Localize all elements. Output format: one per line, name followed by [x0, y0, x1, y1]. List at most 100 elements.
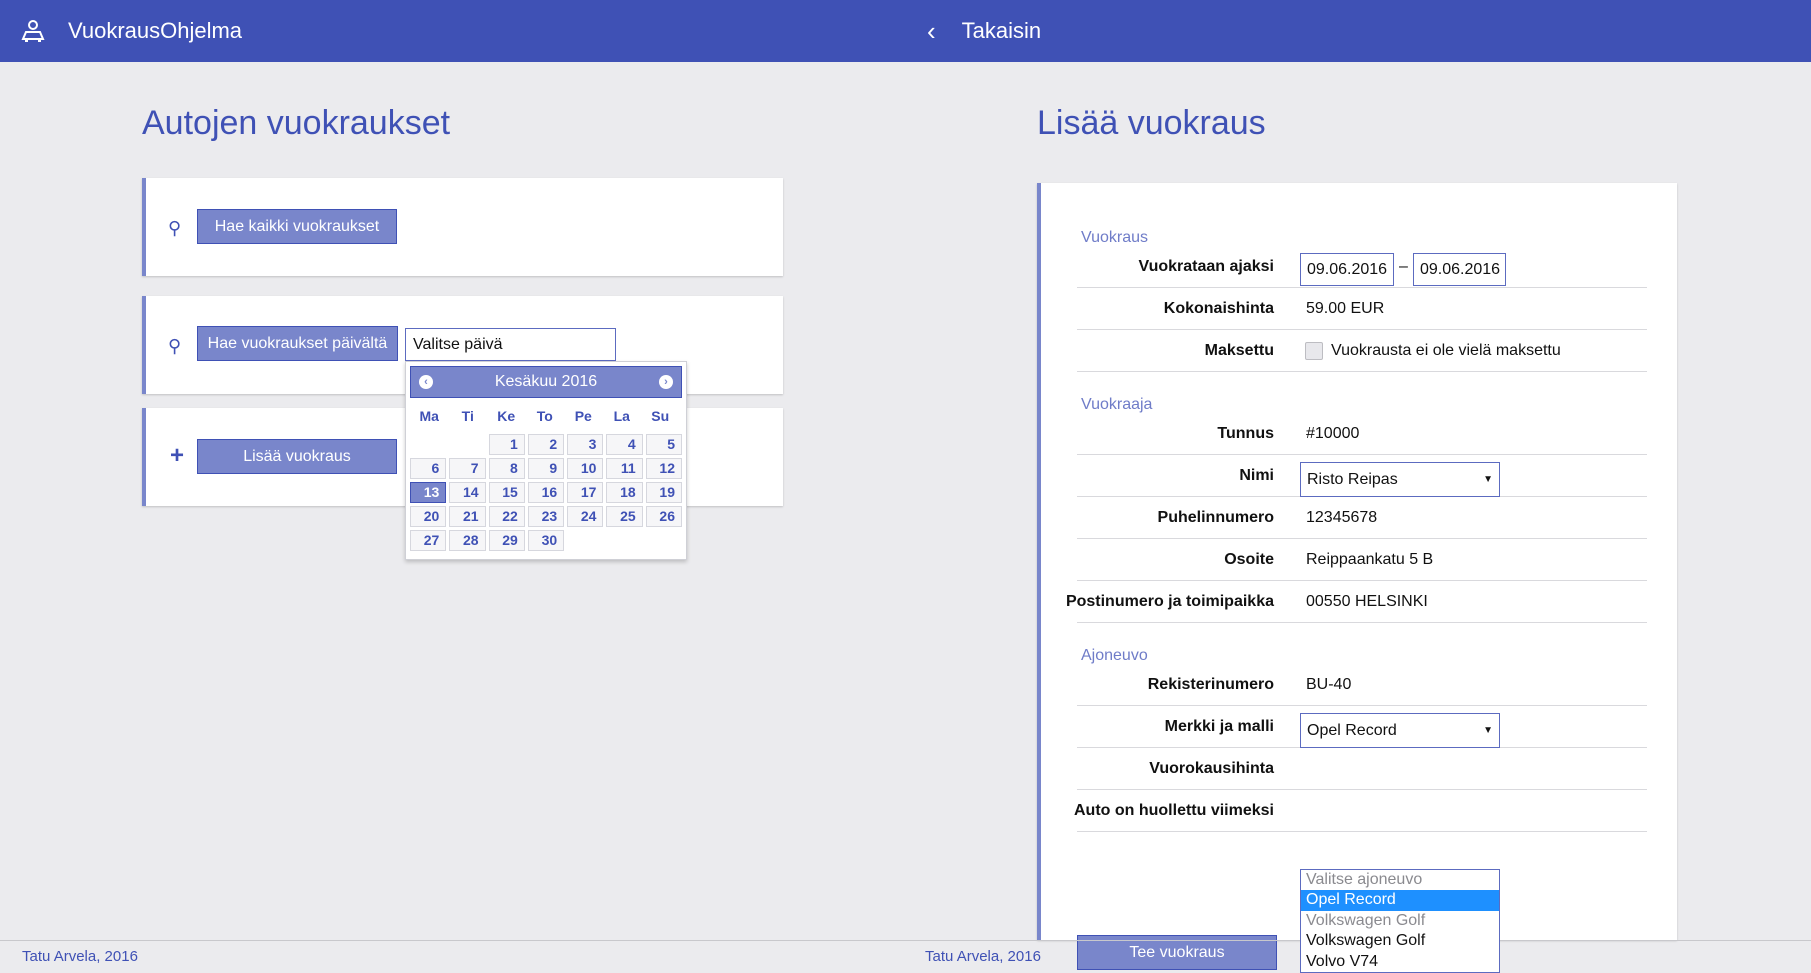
calendar-weekday: Pe: [574, 408, 592, 424]
back-link[interactable]: Takaisin: [962, 18, 1041, 44]
period-separator: –: [1399, 258, 1408, 275]
chevron-left-icon[interactable]: ‹: [419, 375, 433, 389]
calendar-header: ‹ Kesäkuu 2016 ›: [410, 366, 682, 398]
calendar-day[interactable]: 8: [488, 458, 525, 479]
postal-value: 00550 HELSINKI: [1306, 593, 1428, 610]
paid-checkbox[interactable]: [1305, 342, 1323, 360]
caret-down-icon: ▼: [1483, 725, 1493, 736]
calendar-day[interactable]: 7: [449, 458, 486, 479]
calendar-weekday: Su: [651, 408, 670, 424]
calendar-day[interactable]: 17: [567, 482, 604, 503]
calendar-day[interactable]: 1: [488, 434, 525, 455]
search-icon: ⚲: [168, 336, 182, 356]
calendar-weekday: To: [536, 408, 553, 424]
address-value: Reippaankatu 5 B: [1306, 551, 1434, 568]
calendar-day[interactable]: 16: [527, 482, 565, 503]
calendar-day[interactable]: 27: [410, 530, 447, 551]
calendar-day[interactable]: 24: [567, 506, 604, 527]
paid-label: Maksettu: [1204, 342, 1274, 359]
calendar-weekday: La: [613, 408, 630, 424]
calendar-day[interactable]: 29: [488, 530, 525, 551]
total-price-label: Kokonaishinta: [1163, 300, 1274, 317]
calendar-day[interactable]: 6: [410, 458, 447, 479]
paid-row: Maksettu Vuokrausta ei ole vielä maksett…: [1077, 330, 1647, 372]
car-icon: [20, 18, 46, 44]
top-app-bar: VuokrausOhjelma ‹ Takaisin: [0, 0, 1811, 62]
model-row: Merkki ja malli Opel Record ▼: [1077, 706, 1647, 748]
calendar-day[interactable]: 5: [645, 434, 682, 455]
add-rental-pane: Lisää vuokraus Vuokraus Vuokrataan ajaks…: [905, 62, 1811, 973]
plus-icon: +: [170, 442, 185, 469]
calendar-day[interactable]: 23: [527, 506, 565, 527]
rental-period-row: Vuokrataan ajaksi 09.06.2016 – 09.06.201…: [1077, 246, 1647, 288]
rental-period-label: Vuokrataan ajaksi: [1138, 258, 1274, 275]
calendar-day[interactable]: 28: [449, 530, 486, 551]
rental-start-input[interactable]: 09.06.2016: [1300, 253, 1394, 286]
rental-end-input[interactable]: 09.06.2016: [1413, 253, 1506, 286]
add-rental-button[interactable]: Lisää vuokraus: [197, 439, 397, 474]
renter-name-value: Risto Reipas: [1307, 471, 1398, 488]
renter-name-row: Nimi Risto Reipas ▼: [1077, 455, 1647, 497]
calendar-day[interactable]: 22: [488, 506, 525, 527]
model-select[interactable]: Opel Record ▼: [1300, 713, 1500, 748]
daily-price-row: Vuorokausihinta: [1077, 748, 1647, 790]
model-option[interactable]: Volvo V74: [1301, 952, 1499, 972]
calendar-weekday-row: Ma Ti Ke To Pe La Su: [410, 404, 682, 428]
search-all-card: ⚲ Hae kaikki vuokraukset: [142, 178, 783, 276]
total-price-row: Kokonaishinta 59.00 EUR: [1077, 288, 1647, 330]
app-bar-left: VuokrausOhjelma: [0, 0, 905, 62]
form-title: Lisää vuokraus: [1037, 104, 1266, 142]
calendar-day[interactable]: 21: [449, 506, 486, 527]
service-row: Auto on huollettu viimeksi: [1073, 790, 1647, 832]
search-all-button[interactable]: Hae kaikki vuokraukset: [197, 209, 397, 244]
model-label: Merkki ja malli: [1164, 718, 1274, 735]
calendar-empty-cell: [449, 434, 485, 455]
chevron-right-icon[interactable]: ›: [659, 375, 673, 389]
calendar-day[interactable]: 18: [606, 482, 643, 503]
calendar-day[interactable]: 2: [527, 434, 565, 455]
footer-divider: [0, 940, 1811, 941]
calendar-month-label: Kesäkuu 2016: [494, 373, 598, 390]
chevron-left-icon[interactable]: ‹: [927, 18, 936, 44]
service-label: Auto on huollettu viimeksi: [1073, 802, 1274, 819]
renter-id-row: Tunnus #10000: [1077, 413, 1647, 455]
page-title: Autojen vuokraukset: [142, 104, 451, 142]
registration-value: BU-40: [1306, 676, 1352, 693]
renter-name-select[interactable]: Risto Reipas ▼: [1300, 462, 1500, 497]
calendar-day[interactable]: 30: [527, 530, 565, 551]
calendar-day[interactable]: 12: [645, 458, 682, 479]
phone-row: Puhelinnumero 12345678: [1077, 497, 1647, 539]
section-rental: Vuokraus: [1081, 229, 1148, 246]
calendar-day[interactable]: 4: [606, 434, 643, 455]
calendar-day[interactable]: 15: [488, 482, 525, 503]
calendar-day[interactable]: 10: [567, 458, 604, 479]
renter-name-label: Nimi: [1239, 467, 1274, 484]
calendar-day-selected[interactable]: 13: [410, 482, 447, 503]
calendar-day[interactable]: 26: [645, 506, 682, 527]
search-date-button[interactable]: Hae vuokraukset päivältä: [197, 326, 398, 361]
calendar-day[interactable]: 9: [527, 458, 565, 479]
renter-id-label: Tunnus: [1217, 425, 1274, 442]
calendar-day[interactable]: 11: [606, 458, 643, 479]
date-picker-input[interactable]: Valitse päivä: [405, 328, 616, 361]
postal-label: Postinumero ja toimipaikka: [1065, 593, 1274, 610]
calendar-day[interactable]: 25: [606, 506, 643, 527]
calendar-day[interactable]: 19: [645, 482, 682, 503]
postal-row: Postinumero ja toimipaikka 00550 HELSINK…: [1066, 581, 1647, 623]
calendar-day[interactable]: 20: [410, 506, 447, 527]
calendar-day[interactable]: 3: [567, 434, 604, 455]
calendar-day[interactable]: 14: [449, 482, 486, 503]
model-option: Valitse ajoneuvo: [1306, 871, 1423, 888]
date-picker-calendar: ‹ Kesäkuu 2016 › Ma Ti Ke To Pe La Su 12345678…: [405, 361, 687, 560]
phone-label: Puhelinnumero: [1157, 509, 1274, 526]
daily-price-label: Vuorokausihinta: [1149, 760, 1274, 777]
section-vehicle: Ajoneuvo: [1081, 647, 1148, 664]
calendar-empty-cell: [410, 434, 446, 455]
model-option: Volkswagen Golf: [1306, 911, 1426, 929]
calendar-weekday: Ti: [461, 408, 474, 424]
app-title: VuokrausOhjelma: [68, 18, 243, 43]
model-option[interactable]: Volkswagen Golf: [1301, 931, 1499, 951]
phone-value: 12345678: [1306, 509, 1378, 526]
model-option[interactable]: Opel Record: [1301, 890, 1499, 911]
registration-row: Rekisterinumero BU-40: [1077, 664, 1647, 706]
